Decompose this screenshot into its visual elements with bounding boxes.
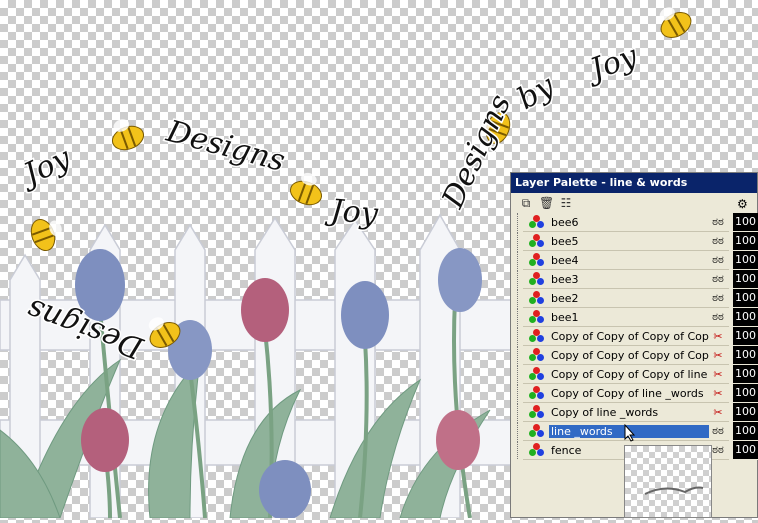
layer-name[interactable]: bee1 bbox=[549, 311, 709, 324]
layer-row[interactable]: bee4 ಠಠ bbox=[517, 251, 729, 270]
opacity-value[interactable]: 100 bbox=[733, 384, 758, 403]
tree-line bbox=[517, 441, 526, 459]
word-joy-3: Joy bbox=[580, 38, 643, 89]
layer-name[interactable]: Copy of Copy of Copy of line _w... bbox=[549, 368, 709, 381]
tree-line bbox=[517, 346, 526, 364]
layer-list: bee6 ಠಠ bee5 ಠಠ bee4 ಠಠ bee3 ಠಠ bee2 ಠಠ bee1 ಠಠ Copy… bbox=[517, 213, 729, 460]
tulip-pink bbox=[241, 278, 289, 342]
raster-layer-icon bbox=[529, 253, 545, 267]
raster-layer-icon bbox=[529, 443, 545, 457]
palette-toolbar: ⧉ 🗑 ☷ bbox=[511, 193, 757, 213]
opacity-value[interactable]: 100 bbox=[733, 251, 758, 270]
visibility-on-icon[interactable]: ಠಠ bbox=[709, 253, 727, 267]
layer-name[interactable]: bee3 bbox=[549, 273, 709, 286]
visibility-on-icon[interactable]: ಠಠ bbox=[709, 234, 727, 248]
tulip-pink bbox=[81, 408, 129, 472]
tulip-blue bbox=[259, 460, 311, 518]
layer-name[interactable]: Copy of Copy of Copy of Copy ... bbox=[549, 330, 709, 343]
layer-row[interactable]: Copy of Copy of Copy of Copy ...✂ bbox=[517, 327, 729, 346]
tree-line bbox=[517, 308, 526, 326]
opacity-value[interactable]: 100 bbox=[733, 327, 758, 346]
opacity-value[interactable]: 100 bbox=[733, 441, 758, 460]
raster-layer-icon bbox=[529, 291, 545, 305]
opacity-value[interactable]: 100 bbox=[733, 232, 758, 251]
layer-row[interactable]: Copy of Copy of line _words ✂ bbox=[517, 384, 729, 403]
layer-name[interactable]: bee4 bbox=[549, 254, 709, 267]
visibility-on-icon[interactable]: ಠಠ bbox=[709, 215, 727, 229]
tulip-pink bbox=[436, 410, 480, 470]
raster-layer-icon bbox=[529, 405, 545, 419]
layer-row[interactable]: bee3 ಠಠ bbox=[517, 270, 729, 289]
raster-layer-icon bbox=[529, 386, 545, 400]
opacity-value[interactable]: 100 bbox=[733, 213, 758, 232]
thumbnail-content bbox=[644, 486, 704, 495]
opacity-value[interactable]: 100 bbox=[733, 403, 758, 422]
layer-row[interactable]: bee2 ಠಠ bbox=[517, 289, 729, 308]
layer-name[interactable]: bee6 bbox=[549, 216, 709, 229]
tree-line bbox=[517, 213, 526, 231]
layer-row[interactable]: Copy of Copy of Copy of Copy ...✂ bbox=[517, 346, 729, 365]
tulip-blue bbox=[341, 281, 389, 349]
opacity-value[interactable]: 100 bbox=[733, 346, 758, 365]
opacity-value[interactable]: 100 bbox=[733, 308, 758, 327]
visibility-off-icon[interactable]: ✂ bbox=[709, 330, 727, 343]
layer-properties-icon[interactable]: ☷ bbox=[559, 196, 573, 210]
word-joy-2: Joy bbox=[323, 193, 380, 233]
raster-layer-icon bbox=[529, 310, 545, 324]
visibility-on-icon[interactable]: ಠಠ bbox=[709, 310, 727, 324]
visibility-off-icon[interactable]: ✂ bbox=[709, 368, 727, 381]
visibility-off-icon[interactable]: ✂ bbox=[709, 406, 727, 419]
opacity-value[interactable]: 100 bbox=[733, 270, 758, 289]
tree-line bbox=[517, 289, 526, 307]
layer-name[interactable]: bee5 bbox=[549, 235, 709, 248]
raster-layer-icon bbox=[529, 424, 545, 438]
tree-line bbox=[517, 384, 526, 402]
layer-thumbnail-preview bbox=[624, 445, 712, 518]
new-layer-icon[interactable]: ⧉ bbox=[519, 196, 533, 211]
delete-layer-icon[interactable]: 🗑 bbox=[539, 196, 554, 210]
tree-line bbox=[517, 327, 526, 345]
visibility-on-icon[interactable]: ಠಠ bbox=[709, 291, 727, 305]
raster-layer-icon bbox=[529, 367, 545, 381]
opacity-column: 100 100 100 100 100 100 100 100 100 100 100 100 100 bbox=[733, 213, 758, 460]
layer-name[interactable]: Copy of Copy of Copy of Copy ... bbox=[549, 349, 709, 362]
raster-layer-icon bbox=[529, 329, 545, 343]
opacity-value[interactable]: 100 bbox=[733, 289, 758, 308]
layer-name[interactable]: Copy of Copy of line _words bbox=[549, 387, 709, 400]
tree-line bbox=[517, 232, 526, 250]
word-joy-1: Joy bbox=[13, 140, 77, 195]
tree-line bbox=[517, 422, 526, 440]
layer-row[interactable]: Copy of line _words ✂ bbox=[517, 403, 729, 422]
tulip-blue bbox=[438, 248, 482, 312]
raster-layer-icon bbox=[529, 272, 545, 286]
tree-line bbox=[517, 403, 526, 421]
palette-title[interactable]: Layer Palette - line & words bbox=[511, 173, 757, 193]
layer-row[interactable]: bee1 ಠಠ bbox=[517, 308, 729, 327]
tree-line bbox=[517, 365, 526, 383]
opacity-value[interactable]: 100 bbox=[733, 365, 758, 384]
tree-line bbox=[517, 251, 526, 269]
word-by: by bbox=[512, 68, 562, 117]
word-designs-1: Designs bbox=[162, 114, 289, 179]
visibility-off-icon[interactable]: ✂ bbox=[709, 349, 727, 362]
visibility-off-icon[interactable]: ✂ bbox=[709, 387, 727, 400]
layer-name[interactable]: bee2 bbox=[549, 292, 709, 305]
layer-row[interactable]: Copy of Copy of Copy of line _w...✂ bbox=[517, 365, 729, 384]
mouse-cursor-icon bbox=[624, 424, 636, 442]
raster-layer-icon bbox=[529, 348, 545, 362]
link-icon[interactable]: ⚙ bbox=[737, 197, 748, 211]
visibility-on-icon[interactable]: ಠಠ bbox=[709, 424, 727, 438]
layer-name[interactable]: Copy of line _words bbox=[549, 406, 709, 419]
layer-row[interactable]: bee6 ಠಠ bbox=[517, 213, 729, 232]
raster-layer-icon bbox=[529, 215, 545, 229]
opacity-value[interactable]: 100 bbox=[733, 422, 758, 441]
tree-line bbox=[517, 270, 526, 288]
raster-layer-icon bbox=[529, 234, 545, 248]
layer-row[interactable]: bee5 ಠಠ bbox=[517, 232, 729, 251]
visibility-on-icon[interactable]: ಠಠ bbox=[709, 272, 727, 286]
word-designs-top: Designs bbox=[435, 89, 518, 214]
